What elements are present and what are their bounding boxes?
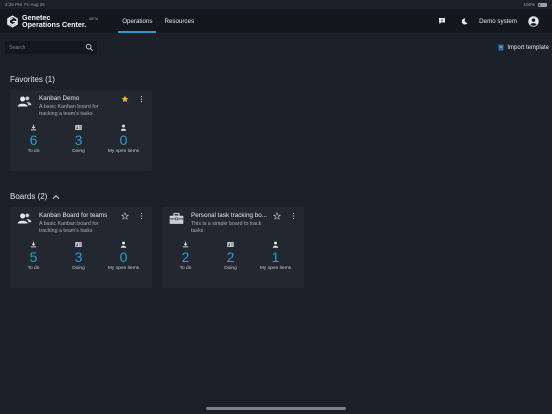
star-filled-icon[interactable] <box>121 95 129 103</box>
search-input[interactable] <box>5 44 85 51</box>
stat-value: 3 <box>74 249 83 265</box>
chevron-up-icon[interactable] <box>52 194 60 200</box>
status-time: 4:25 PM Fri Aug 26 <box>5 2 45 7</box>
stat-my-open-items[interactable]: 1 My open items <box>254 241 297 271</box>
stat-value: 0 <box>119 132 128 148</box>
download-icon <box>30 241 37 248</box>
dark-mode-button[interactable] <box>459 16 469 26</box>
card-description: A basic Kanban board for tracking a team… <box>39 221 99 234</box>
card-title: Personal task tracking bo... <box>191 212 267 219</box>
users-icon <box>17 96 32 107</box>
board-card[interactable]: Kanban Demo A basic Kanban board for tra… <box>10 90 152 171</box>
user-name[interactable]: Demo system <box>479 18 517 25</box>
id-card-icon <box>75 125 82 130</box>
stat-label: My open items <box>107 149 140 154</box>
status-time-text: 4:25 PM <box>5 2 22 7</box>
logo-line2: Operations Center. <box>22 20 87 29</box>
stat-value: 2 <box>226 249 235 265</box>
stat-label: Doing <box>72 149 85 154</box>
star-outline-icon[interactable] <box>121 212 129 220</box>
stat-doing[interactable]: 3 Doing <box>57 241 100 271</box>
stat-value: 2 <box>181 249 190 265</box>
id-card-icon <box>75 242 82 247</box>
stat-value: 5 <box>29 249 38 265</box>
logo-text: Genetec Operations Center. <box>22 14 86 28</box>
board-card[interactable]: Kanban Board for teams A basic Kanban bo… <box>10 207 152 288</box>
download-icon <box>182 241 189 248</box>
battery-percent: 100% <box>523 2 535 7</box>
briefcase-icon <box>169 212 184 224</box>
card-title: Kanban Demo <box>39 95 80 102</box>
stat-value: 0 <box>119 249 128 265</box>
boards-heading[interactable]: Boards (2) <box>10 192 60 201</box>
card-title: Kanban Board for teams <box>39 212 108 219</box>
import-template-label: Import template <box>507 44 549 51</box>
stat-todo[interactable]: 2 To do <box>164 241 207 271</box>
user-avatar-icon[interactable] <box>528 15 539 27</box>
status-right: 100% <box>523 2 547 7</box>
feedback-icon <box>439 18 446 24</box>
board-card[interactable]: Personal task tracking bo... This is a s… <box>162 207 304 288</box>
main-nav: Operations Resources <box>116 9 200 33</box>
stat-my-open-items[interactable]: 0 My open items <box>102 124 145 154</box>
more-options-icon[interactable] <box>139 95 144 103</box>
battery-icon <box>538 2 547 7</box>
search-icon[interactable] <box>85 43 94 52</box>
stat-label: My open items <box>107 266 140 271</box>
stat-label: To do <box>27 266 40 271</box>
beta-badge: BETA <box>89 17 99 21</box>
more-options-icon[interactable] <box>139 212 144 220</box>
stat-label: Doing <box>72 266 85 271</box>
favorites-title: Favorites (1) <box>10 75 55 84</box>
stat-doing[interactable]: 2 Doing <box>209 241 252 271</box>
stat-value: 3 <box>74 132 83 148</box>
stat-todo[interactable]: 6 To do <box>12 124 55 154</box>
users-icon <box>17 213 32 224</box>
more-options-icon[interactable] <box>291 212 296 220</box>
stat-value: 1 <box>271 249 280 265</box>
card-stats: 2 To do 2 Doing 1 My open items <box>162 241 304 271</box>
card-description: A basic Kanban board for tracking a team… <box>39 104 99 117</box>
stat-doing[interactable]: 3 Doing <box>57 124 100 154</box>
stat-label: To do <box>27 149 40 154</box>
person-icon <box>120 241 127 248</box>
stat-my-open-items[interactable]: 0 My open items <box>102 241 145 271</box>
stat-label: My open items <box>259 266 292 271</box>
feedback-button[interactable] <box>437 16 447 26</box>
card-description: This is a simple board to track tasks <box>191 221 262 234</box>
person-icon <box>120 124 127 131</box>
id-card-icon <box>227 242 234 247</box>
download-icon <box>30 124 37 131</box>
stat-label: Doing <box>224 266 237 271</box>
stat-value: 6 <box>29 132 38 148</box>
import-template-button[interactable]: Import template <box>498 44 549 51</box>
moon-icon <box>461 17 468 25</box>
star-outline-icon[interactable] <box>273 212 281 220</box>
stat-todo[interactable]: 5 To do <box>12 241 55 271</box>
app-logo[interactable]: Genetec Operations Center. BETA <box>6 14 98 28</box>
nav-resources[interactable]: Resources <box>158 9 200 33</box>
card-stats: 5 To do 3 Doing 0 My open items <box>10 241 152 271</box>
card-stats: 6 To do 3 Doing 0 My open items <box>10 124 152 154</box>
favorites-heading: Favorites (1) <box>10 75 55 84</box>
header-actions: Demo system <box>425 15 539 27</box>
boards-title: Boards (2) <box>10 192 48 201</box>
home-indicator[interactable] <box>206 407 346 410</box>
person-icon <box>272 241 279 248</box>
app-header: Genetec Operations Center. BETA Operatio… <box>0 9 552 33</box>
document-icon <box>498 44 504 51</box>
nav-operations[interactable]: Operations <box>116 9 158 33</box>
status-bar: 4:25 PM Fri Aug 26 100% <box>0 0 552 9</box>
stat-label: To do <box>179 266 192 271</box>
genetec-logo-icon <box>7 14 18 28</box>
status-date-text: Fri Aug 26 <box>24 2 45 7</box>
search-box[interactable] <box>5 41 97 54</box>
toolbar: Import template <box>0 34 552 61</box>
